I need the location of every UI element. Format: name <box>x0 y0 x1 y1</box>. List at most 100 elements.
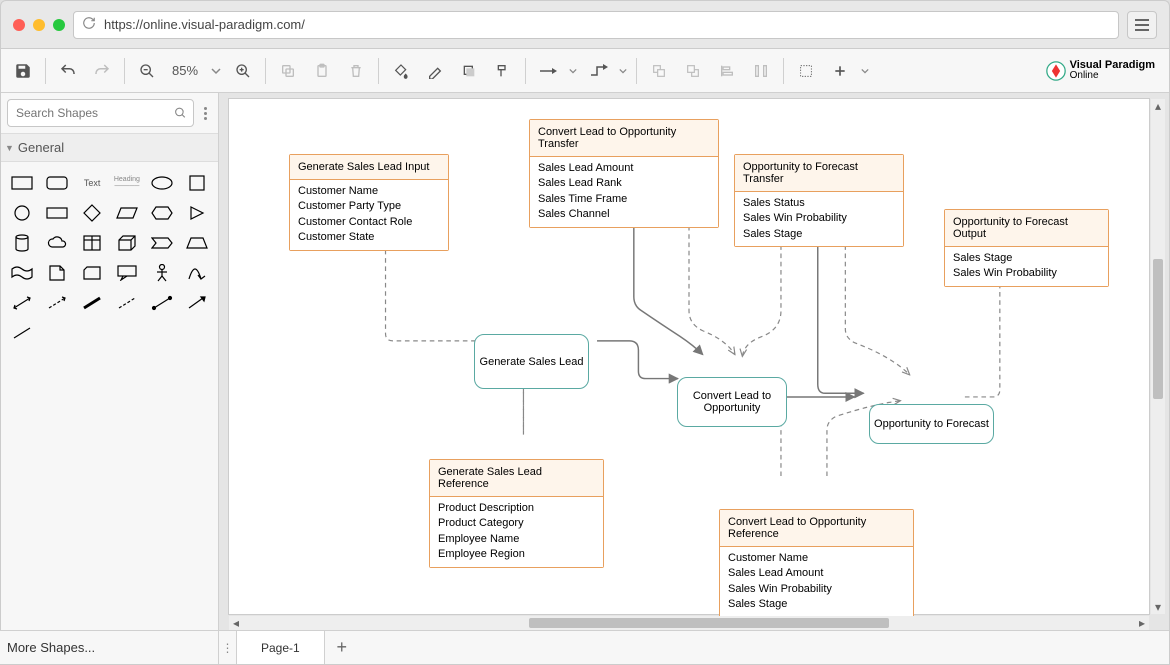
horizontal-scrollbar[interactable]: ◂ ▸ <box>229 616 1149 630</box>
shape-text[interactable]: Text <box>75 168 110 198</box>
node-row: Sales Channel <box>538 207 710 222</box>
panel-general-header[interactable]: ▼ General <box>1 133 218 162</box>
format-painter-button[interactable] <box>487 55 519 87</box>
shape-tape[interactable] <box>5 258 40 288</box>
browser-menu-button[interactable] <box>1127 11 1157 39</box>
maximize-window-button[interactable] <box>53 19 65 31</box>
shape-arrow-solid[interactable] <box>179 288 214 318</box>
shape-process[interactable] <box>40 198 75 228</box>
node-generate-sales-lead-reference[interactable]: Generate Sales Lead Reference Product De… <box>429 459 604 568</box>
to-front-button[interactable] <box>643 55 675 87</box>
shape-callout[interactable] <box>109 258 144 288</box>
add-page-button[interactable]: + <box>325 631 359 664</box>
shape-triangle[interactable] <box>179 198 214 228</box>
node-proc-opportunity-forecast[interactable]: Opportunity to Forecast <box>869 404 994 444</box>
save-button[interactable] <box>7 55 39 87</box>
fill-color-button[interactable] <box>385 55 417 87</box>
node-generate-sales-lead-input[interactable]: Generate Sales Lead Input Customer Name … <box>289 154 449 251</box>
delete-button[interactable] <box>340 55 372 87</box>
node-body: Sales Lead Amount Sales Lead Rank Sales … <box>530 157 718 227</box>
align-button[interactable] <box>711 55 743 87</box>
connector-style-button[interactable] <box>532 55 564 87</box>
node-row: Product Category <box>438 516 595 531</box>
toolbar-separator <box>124 58 125 84</box>
shape-line[interactable] <box>5 318 40 348</box>
shape-ellipse[interactable] <box>144 168 179 198</box>
tab-page-1[interactable]: Page-1 <box>237 631 325 664</box>
canvas[interactable]: Generate Sales Lead Input Customer Name … <box>229 99 1149 614</box>
connector-dropdown[interactable] <box>566 55 580 87</box>
app-logo: Visual ParadigmOnline <box>1038 60 1163 81</box>
redo-button[interactable] <box>86 55 118 87</box>
shape-arrow-dashed[interactable] <box>40 288 75 318</box>
node-proc-generate-sales-lead[interactable]: Generate Sales Lead <box>474 334 589 389</box>
waypoint-style-button[interactable] <box>582 55 614 87</box>
copy-button[interactable] <box>272 55 304 87</box>
search-input-field[interactable] <box>14 105 174 121</box>
hscroll-thumb[interactable] <box>529 618 889 628</box>
shape-trapezoid[interactable] <box>179 228 214 258</box>
shape-arrow-bidir[interactable] <box>5 288 40 318</box>
selection-mode-button[interactable] <box>790 55 822 87</box>
node-body: Sales Stage Sales Win Probability <box>945 247 1108 286</box>
shape-line-dashed2[interactable] <box>109 288 144 318</box>
line-color-button[interactable] <box>419 55 451 87</box>
zoom-in-button[interactable] <box>227 55 259 87</box>
undo-button[interactable] <box>52 55 84 87</box>
reload-icon[interactable] <box>82 16 96 33</box>
node-convert-lead-transfer[interactable]: Convert Lead to Opportunity Transfer Sal… <box>529 119 719 228</box>
zoom-out-button[interactable] <box>131 55 163 87</box>
shape-rectangle[interactable] <box>5 168 40 198</box>
shape-cylinder[interactable] <box>5 228 40 258</box>
shape-cube[interactable] <box>109 228 144 258</box>
scroll-down-button[interactable]: ▾ <box>1151 600 1165 614</box>
shadow-button[interactable] <box>453 55 485 87</box>
app-frame: 85% Visual ParadigmOnlin <box>0 48 1170 665</box>
distribute-button[interactable] <box>745 55 777 87</box>
zoom-level[interactable]: 85% <box>165 63 205 78</box>
url-bar[interactable]: https://online.visual-paradigm.com/ <box>73 11 1119 39</box>
shape-connector[interactable] <box>144 288 179 318</box>
shape-card[interactable] <box>75 258 110 288</box>
node-title: Opportunity to Forecast Transfer <box>735 155 903 192</box>
search-shapes-input[interactable] <box>7 99 194 127</box>
shape-diamond[interactable] <box>75 198 110 228</box>
to-back-button[interactable] <box>677 55 709 87</box>
more-shapes-button[interactable]: More Shapes... <box>0 630 215 664</box>
shape-hexagon[interactable] <box>144 198 179 228</box>
add-shape-button[interactable] <box>824 55 856 87</box>
add-dropdown[interactable] <box>858 55 872 87</box>
shape-square[interactable] <box>179 168 214 198</box>
logo-text: Visual ParadigmOnline <box>1070 60 1155 81</box>
node-row: Sales Lead Rank <box>538 176 710 191</box>
shape-line-thick[interactable] <box>75 288 110 318</box>
shape-cloud[interactable] <box>40 228 75 258</box>
node-opportunity-forecast-transfer[interactable]: Opportunity to Forecast Transfer Sales S… <box>734 154 904 247</box>
paste-button[interactable] <box>306 55 338 87</box>
node-proc-convert-lead[interactable]: Convert Lead to Opportunity <box>677 377 787 427</box>
close-window-button[interactable] <box>13 19 25 31</box>
node-body: Customer Name Sales Lead Amount Sales Wi… <box>720 547 913 617</box>
shape-rounded-rect[interactable] <box>40 168 75 198</box>
scroll-left-button[interactable]: ◂ <box>229 616 243 630</box>
vertical-scrollbar[interactable]: ▴ ▾ <box>1151 99 1165 614</box>
vscroll-thumb[interactable] <box>1153 259 1163 399</box>
node-row: Sales Win Probability <box>953 266 1100 281</box>
scroll-up-button[interactable]: ▴ <box>1151 99 1165 113</box>
minimize-window-button[interactable] <box>33 19 45 31</box>
scroll-right-button[interactable]: ▸ <box>1135 616 1149 630</box>
shape-note[interactable] <box>40 258 75 288</box>
tab-handle[interactable]: ⋮ <box>219 631 237 664</box>
shape-document[interactable] <box>75 228 110 258</box>
shape-parallelogram[interactable] <box>109 198 144 228</box>
shape-curve[interactable] <box>179 258 214 288</box>
waypoint-dropdown[interactable] <box>616 55 630 87</box>
node-opportunity-forecast-output[interactable]: Opportunity to Forecast Output Sales Sta… <box>944 209 1109 287</box>
shape-heading[interactable]: Heading───── <box>109 168 144 198</box>
zoom-dropdown-button[interactable] <box>207 55 225 87</box>
shape-actor[interactable] <box>144 258 179 288</box>
shape-step[interactable] <box>144 228 179 258</box>
node-convert-lead-reference[interactable]: Convert Lead to Opportunity Reference Cu… <box>719 509 914 618</box>
sidebar-menu-button[interactable] <box>198 107 212 120</box>
shape-circle[interactable] <box>5 198 40 228</box>
